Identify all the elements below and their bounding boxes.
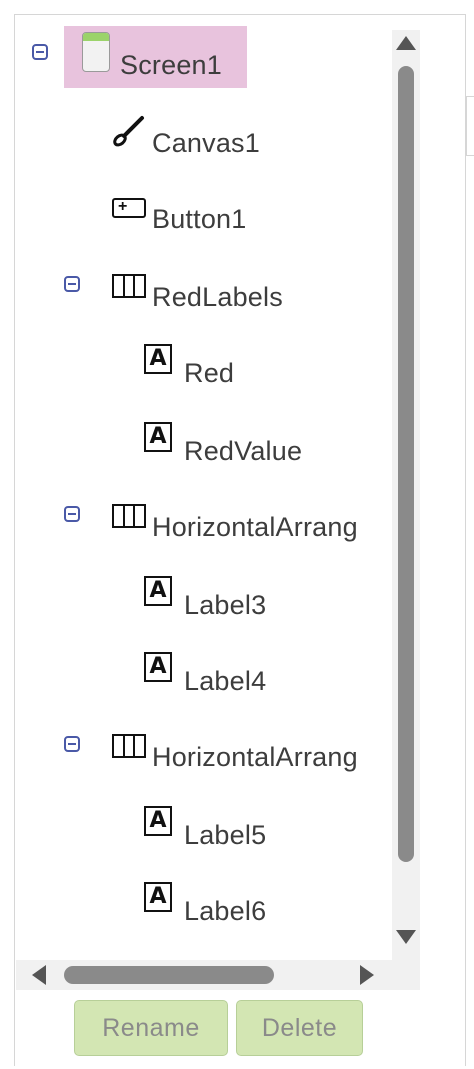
collapse-toggle-icon[interactable] <box>64 276 80 292</box>
label-icon: A <box>144 652 172 682</box>
tree-item-horizontal-arrangement[interactable]: HorizontalArrang <box>112 720 358 772</box>
scroll-down-arrow-icon[interactable] <box>396 930 416 944</box>
delete-button[interactable]: Delete <box>236 1000 363 1056</box>
tree-item-horizontal-arrangement[interactable]: HorizontalArrang <box>112 490 358 542</box>
tree-item-label4[interactable]: A Label4 <box>144 644 266 696</box>
tree-item-redvalue[interactable]: A RedValue <box>144 414 302 466</box>
collapse-toggle-icon[interactable] <box>32 44 48 60</box>
rename-button[interactable]: Rename <box>74 1000 228 1056</box>
tree-item-label: RedValue <box>184 436 303 466</box>
tree-item-canvas1[interactable]: Canvas1 <box>112 106 260 158</box>
label-icon: A <box>144 882 172 912</box>
tree-item-label5[interactable]: A Label5 <box>144 798 266 850</box>
label-icon: A <box>144 344 172 374</box>
screen-icon <box>82 32 110 72</box>
component-tree: Screen1 Canvas1 + Button1 RedLabels A Re… <box>16 16 390 956</box>
tree-item-label: Screen1 <box>120 50 222 80</box>
tree-item-label6[interactable]: A Label6 <box>144 874 266 926</box>
horizontal-arrangement-icon <box>112 504 146 528</box>
button-icon: + <box>112 198 146 218</box>
tree-item-label: RedLabels <box>152 282 283 312</box>
tree-item-label: Red <box>184 358 235 388</box>
horizontal-arrangement-icon <box>112 734 146 758</box>
label-icon: A <box>144 576 172 606</box>
tree-item-label: Canvas1 <box>152 128 260 158</box>
tree-item-label: Label6 <box>184 896 267 926</box>
scroll-right-arrow-icon[interactable] <box>360 965 374 985</box>
label-icon: A <box>144 422 172 452</box>
scroll-up-arrow-icon[interactable] <box>396 36 416 50</box>
tree-item-redlabels[interactable]: RedLabels <box>112 260 283 312</box>
paintbrush-icon <box>113 116 144 147</box>
label-icon: A <box>144 806 172 836</box>
collapse-toggle-icon[interactable] <box>64 736 80 752</box>
tree-item-button1[interactable]: + Button1 <box>112 182 246 234</box>
tree-item-label3[interactable]: A Label3 <box>144 568 266 620</box>
collapse-toggle-icon[interactable] <box>64 506 80 522</box>
tree-item-label: HorizontalArrang <box>152 742 358 772</box>
tree-item-red[interactable]: A Red <box>144 336 234 388</box>
adjacent-panel-edge <box>466 96 474 156</box>
tree-item-label: HorizontalArrang <box>152 512 358 542</box>
scroll-left-arrow-icon[interactable] <box>32 965 46 985</box>
horizontal-scrollbar-thumb[interactable] <box>64 966 274 984</box>
vertical-scrollbar-thumb[interactable] <box>398 66 414 862</box>
tree-item-label: Label3 <box>184 590 267 620</box>
tree-item-label: Label4 <box>184 666 267 696</box>
tree-item-label: Label5 <box>184 820 267 850</box>
tree-item-screen1[interactable]: Screen1 <box>82 28 222 80</box>
tree-item-label: Button1 <box>152 204 247 234</box>
horizontal-arrangement-icon <box>112 274 146 298</box>
